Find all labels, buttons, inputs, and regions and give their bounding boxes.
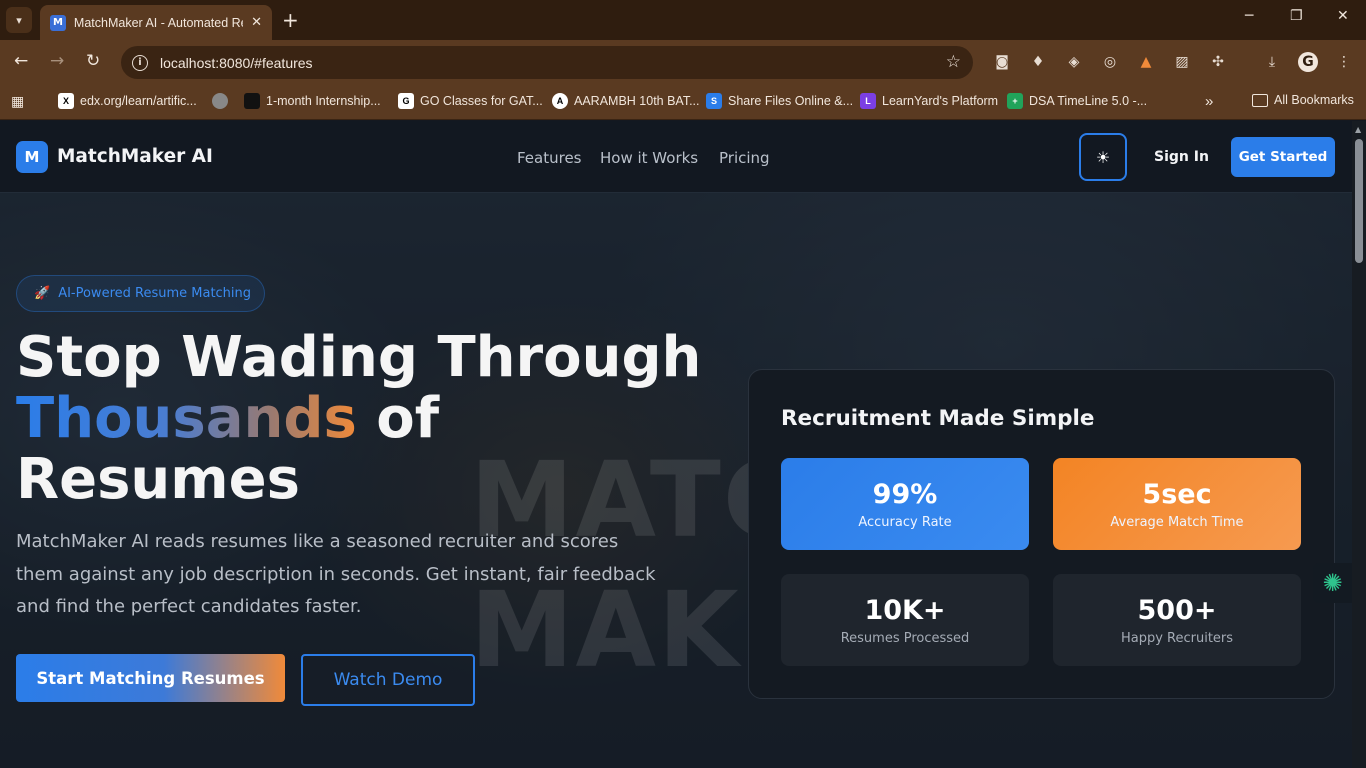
back-button[interactable]: ← [14,51,28,71]
bookmarks-overflow-icon[interactable]: » [1205,93,1213,110]
hero-description: MatchMaker AI reads resumes like a seaso… [16,531,656,617]
stat-accuracy: 99% Accuracy Rate [781,458,1029,550]
target-extension-icon[interactable]: ◎ [1101,53,1119,71]
bookmarks-bar: ▦ X edx.org/learn/artific... 1-month Int… [0,85,1366,120]
reload-button[interactable]: ↻ [86,51,100,71]
extensions-puzzle-icon[interactable]: ✣ [1209,53,1227,71]
bookmark-item[interactable]: G GO Classes for GAT... [398,93,543,109]
stats-card-title: Recruitment Made Simple [781,406,1095,431]
stat-value: 5sec [1142,478,1212,510]
maximize-button[interactable]: ❐ [1290,8,1303,24]
minimize-button[interactable]: ─ [1245,8,1253,24]
profile-avatar[interactable]: G [1298,52,1318,72]
camera-extension-icon[interactable]: ◙ [993,53,1011,71]
tab-favicon: M [50,14,66,31]
badge-label: AI-Powered Resume Matching [58,286,252,301]
stat-value: 99% [872,478,938,510]
web-page: MATC MAKE M MatchMaker AI Features How i… [0,121,1352,768]
stats-card: Recruitment Made Simple 99% Accuracy Rat… [748,369,1335,699]
stat-label: Accuracy Rate [858,514,952,530]
site-header: M MatchMaker AI Features How it Works Pr… [0,121,1352,193]
bookmark-aarambh-icon: A [552,93,568,109]
stat-value: 10K+ [864,594,946,626]
bookmark-star-icon[interactable]: ☆ [946,52,961,72]
stat-match-time: 5sec Average Match Time [1053,458,1301,550]
bookmark-internship-icon [244,93,260,109]
scroll-up-icon[interactable]: ▲ [1355,125,1361,134]
sign-in-button[interactable]: Sign In [1154,149,1209,165]
stat-happy-recruiters: 500+ Happy Recruiters [1053,574,1301,666]
tab-close-icon[interactable]: ✕ [251,15,262,30]
stat-label: Happy Recruiters [1120,630,1234,646]
hero-headline: Stop Wading Through Thousands of Resumes [16,327,701,510]
bookmark-item[interactable]: X edx.org/learn/artific... [58,93,197,109]
bookmark-item[interactable]: 1-month Internship... [244,93,381,109]
hero-badge: 🚀 AI-Powered Resume Matching [16,275,265,312]
bookmark-goclasses-icon: G [398,93,414,109]
close-window-button[interactable]: ✕ [1337,8,1349,24]
stat-resumes-processed: 10K+ Resumes Processed [781,574,1029,666]
bookmark-item[interactable]: S Share Files Online &... [706,93,853,109]
bookmark-globe-icon[interactable] [212,93,234,109]
browser-toolbar: ← → ↻ i localhost:8080/#features ☆ ◙ ♦ ◈… [0,40,1366,85]
bookmark-item[interactable]: + DSA TimeLine 5.0 -... [1007,93,1147,109]
browser-tab-active[interactable]: M MatchMaker AI - Automated Re ✕ [40,5,272,40]
sun-icon: ☀ [1095,147,1111,167]
tab-title: MatchMaker AI - Automated Re [73,15,244,30]
all-bookmarks-button[interactable]: All Bookmarks [1252,93,1354,107]
fox-extension-icon[interactable]: ▲ [1137,53,1155,71]
forward-button[interactable]: → [50,51,64,71]
logo-icon[interactable]: M [16,141,48,173]
shield-extension-icon[interactable]: ◈ [1065,53,1083,71]
location-extension-icon[interactable]: ♦ [1029,53,1047,71]
address-bar[interactable]: i localhost:8080/#features ☆ [121,46,973,79]
bookmark-item[interactable]: L LearnYard's Platform [860,93,998,109]
headline-highlight: Thousands [16,386,357,451]
downloads-icon[interactable]: ⤓ [1263,53,1281,71]
rocket-icon: 🚀 [34,286,51,301]
stat-value: 500+ [1137,594,1217,626]
nav-link-how-it-works[interactable]: How it Works [600,149,698,167]
browser-tab-bar: ▾ M MatchMaker AI - Automated Re ✕ + ─ ❐… [0,0,1366,40]
start-matching-button[interactable]: Start Matching Resumes [16,654,285,702]
stat-label: Resumes Processed [840,630,970,646]
note-extension-icon[interactable]: ▨ [1173,53,1191,71]
bookmark-sharefiles-icon: S [706,93,722,109]
bookmark-sheets-icon: + [1007,93,1023,109]
new-tab-button[interactable]: + [282,8,299,32]
apps-grid-icon[interactable]: ▦ [11,93,24,110]
nav-link-pricing[interactable]: Pricing [719,149,770,167]
brand-name[interactable]: MatchMaker AI [57,146,213,167]
address-url[interactable]: localhost:8080/#features [160,55,313,71]
headline-line-3: Resumes [16,447,300,512]
headline-line-1: Stop Wading Through [16,325,702,390]
headline-of: of [356,386,440,451]
get-started-button[interactable]: Get Started [1231,137,1335,177]
tab-search-button[interactable]: ▾ [6,7,32,33]
bookmark-item[interactable]: A AARAMBH 10th BAT... [552,93,700,109]
theme-toggle-button[interactable]: ☀ [1079,133,1127,181]
ai-assistant-icon[interactable]: ✺ [1313,563,1352,603]
stat-label: Average Match Time [1110,514,1244,530]
site-info-icon[interactable]: i [132,54,148,71]
page-scrollbar[interactable]: ▲ [1352,121,1366,768]
folder-icon [1252,93,1268,107]
bookmark-learnyard-icon: L [860,93,876,109]
watch-demo-button[interactable]: Watch Demo [301,654,475,706]
scrollbar-thumb[interactable] [1355,139,1363,263]
bookmark-x-icon: X [58,93,74,109]
nav-link-features[interactable]: Features [517,149,582,167]
browser-menu-icon[interactable]: ⋮ [1335,53,1353,71]
